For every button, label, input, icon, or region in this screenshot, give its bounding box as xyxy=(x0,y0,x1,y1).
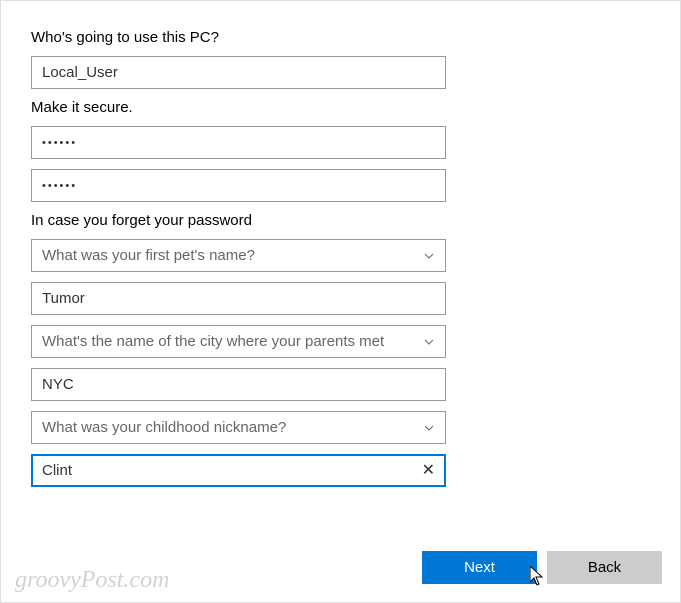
security-answer-1-input[interactable] xyxy=(42,283,435,314)
security-question-2-select[interactable]: What's the name of the city where your p… xyxy=(31,325,446,358)
security-question-1-text: What was your first pet's name? xyxy=(42,247,415,264)
chevron-down-icon xyxy=(423,250,435,262)
security-answer-3-input[interactable] xyxy=(42,456,414,485)
clear-input-icon[interactable]: ✕ xyxy=(422,463,435,479)
username-label: Who's going to use this PC? xyxy=(31,29,650,46)
security-answer-2-wrapper[interactable] xyxy=(31,368,446,401)
setup-form: Who's going to use this PC? Make it secu… xyxy=(1,1,680,487)
footer-buttons: Next Back xyxy=(422,551,662,584)
security-answer-2-input[interactable] xyxy=(42,369,435,400)
next-button[interactable]: Next xyxy=(422,551,537,584)
security-question-2-text: What's the name of the city where your p… xyxy=(42,333,415,350)
password-field-wrapper[interactable] xyxy=(31,126,446,159)
password-confirm-field-wrapper[interactable] xyxy=(31,169,446,202)
username-field-wrapper[interactable] xyxy=(31,56,446,89)
security-answer-3-wrapper[interactable]: ✕ xyxy=(31,454,446,487)
username-input[interactable] xyxy=(42,57,435,88)
security-answer-1-wrapper[interactable] xyxy=(31,282,446,315)
password-confirm-input[interactable] xyxy=(42,170,435,201)
back-button[interactable]: Back xyxy=(547,551,662,584)
security-question-3-text: What was your childhood nickname? xyxy=(42,419,415,436)
chevron-down-icon xyxy=(423,422,435,434)
security-question-3-select[interactable]: What was your childhood nickname? xyxy=(31,411,446,444)
chevron-down-icon xyxy=(423,336,435,348)
security-questions-label: In case you forget your password xyxy=(31,212,650,229)
security-question-1-select[interactable]: What was your first pet's name? xyxy=(31,239,446,272)
watermark-text: groovyPost.com xyxy=(15,567,169,594)
password-section-label: Make it secure. xyxy=(31,99,650,116)
password-input[interactable] xyxy=(42,127,435,158)
